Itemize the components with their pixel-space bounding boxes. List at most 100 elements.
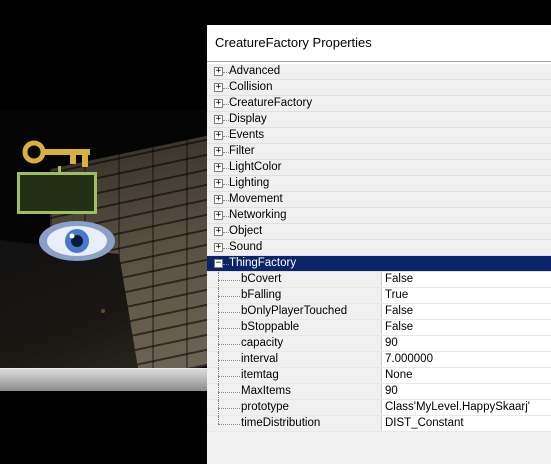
category-row-sound[interactable]: + Sound xyxy=(207,240,551,256)
tree-connector xyxy=(218,344,240,345)
category-label: Sound xyxy=(229,241,263,253)
property-name-cell: bFalling xyxy=(207,288,382,304)
tree-connector xyxy=(218,296,240,297)
viewport-marker-dot xyxy=(101,309,105,313)
category-row-thingfactory[interactable]: − ThingFactory xyxy=(207,256,551,272)
category-row-filter[interactable]: + Filter xyxy=(207,144,551,160)
property-name-cell: MaxItems xyxy=(207,384,382,400)
category-row-collision[interactable]: + Collision xyxy=(207,80,551,96)
property-row-timedistribution[interactable]: timeDistribution DIST_Constant xyxy=(207,416,551,432)
expand-icon[interactable]: + xyxy=(214,99,223,108)
category-label: Events xyxy=(229,129,265,141)
property-name: bStoppable xyxy=(241,321,300,333)
property-value[interactable]: True xyxy=(385,289,408,301)
property-value[interactable]: False xyxy=(385,321,413,333)
properties-window: CreatureFactory Properties + Advanced + Col… xyxy=(207,25,551,464)
category-label: ThingFactory xyxy=(229,257,297,269)
expand-icon[interactable]: + xyxy=(214,115,223,124)
property-value[interactable]: 90 xyxy=(385,385,398,397)
category-label: Movement xyxy=(229,193,283,205)
expand-icon[interactable]: + xyxy=(214,163,223,172)
property-name-cell: bStoppable xyxy=(207,320,382,336)
expand-icon[interactable]: + xyxy=(214,211,223,220)
category-row-lighting[interactable]: + Lighting xyxy=(207,176,551,192)
expand-icon[interactable]: + xyxy=(214,243,223,252)
window-title: CreatureFactory Properties xyxy=(207,25,551,61)
property-grid[interactable]: + Advanced + Collision + CreatureFactory + Disp… xyxy=(207,61,551,433)
tree-connector xyxy=(218,360,240,361)
property-row-maxitems[interactable]: MaxItems 90 xyxy=(207,384,551,400)
category-row-movement[interactable]: + Movement xyxy=(207,192,551,208)
property-value[interactable]: 90 xyxy=(385,337,398,349)
property-row-bstoppable[interactable]: bStoppable False xyxy=(207,320,551,336)
properties-bottom-pane xyxy=(207,432,551,464)
property-name: bOnlyPlayerTouched xyxy=(241,305,348,317)
tree-connector xyxy=(218,408,240,409)
category-row-networking[interactable]: + Networking xyxy=(207,208,551,224)
expand-icon[interactable]: + xyxy=(214,195,223,204)
property-name: bFalling xyxy=(241,289,282,301)
category-label: Advanced xyxy=(229,65,281,77)
viewport-darkness xyxy=(0,0,207,110)
property-name: interval xyxy=(241,353,279,365)
tree-connector xyxy=(218,424,240,425)
viewport-status-strip xyxy=(0,368,207,391)
property-name-cell: bCovert xyxy=(207,272,382,288)
category-label: Filter xyxy=(229,145,255,157)
tree-line xyxy=(218,416,219,424)
property-value[interactable]: DIST_Constant xyxy=(385,417,464,429)
expand-icon[interactable]: + xyxy=(214,147,223,156)
property-value[interactable]: False xyxy=(385,273,413,285)
category-label: Networking xyxy=(229,209,287,221)
property-row-prototype[interactable]: prototype Class'MyLevel.HappySkaarj' xyxy=(207,400,551,416)
viewport-bottom-area xyxy=(0,368,207,464)
collapse-icon[interactable]: − xyxy=(214,259,223,268)
category-row-advanced[interactable]: + Advanced xyxy=(207,64,551,80)
category-row-object[interactable]: + Object xyxy=(207,224,551,240)
category-label: Lighting xyxy=(229,177,270,189)
actor-label-box xyxy=(17,172,97,214)
property-name-cell: timeDistribution xyxy=(207,416,382,431)
property-name: bCovert xyxy=(241,273,282,285)
category-row-lightcolor[interactable]: + LightColor xyxy=(207,160,551,176)
eye-icon[interactable] xyxy=(36,218,118,264)
category-label: Collision xyxy=(229,81,273,93)
property-row-capacity[interactable]: capacity 90 xyxy=(207,336,551,352)
tree-connector xyxy=(218,392,240,393)
expand-icon[interactable]: + xyxy=(214,131,223,140)
property-row-bfalling[interactable]: bFalling True xyxy=(207,288,551,304)
tree-connector xyxy=(218,376,240,377)
property-name: prototype xyxy=(241,401,289,413)
category-label: Display xyxy=(229,113,267,125)
property-value[interactable]: False xyxy=(385,305,413,317)
expand-icon[interactable]: + xyxy=(214,179,223,188)
expand-icon[interactable]: + xyxy=(214,83,223,92)
property-value[interactable]: 7.000000 xyxy=(385,353,433,365)
property-row-bcovert[interactable]: bCovert False xyxy=(207,272,551,288)
property-name-cell: interval xyxy=(207,352,382,368)
tree-connector xyxy=(218,280,240,281)
property-row-itemtag[interactable]: itemtag None xyxy=(207,368,551,384)
property-name-cell: capacity xyxy=(207,336,382,352)
level-viewport[interactable] xyxy=(0,0,207,368)
property-row-bonlyplayertouched[interactable]: bOnlyPlayerTouched False xyxy=(207,304,551,320)
property-value[interactable]: Class'MyLevel.HappySkaarj' xyxy=(385,401,530,413)
expand-icon[interactable]: + xyxy=(214,67,223,76)
property-name-cell: prototype xyxy=(207,400,382,416)
category-row-creaturefactory[interactable]: + CreatureFactory xyxy=(207,96,551,112)
tree-connector xyxy=(218,328,240,329)
property-row-interval[interactable]: interval 7.000000 xyxy=(207,352,551,368)
expand-icon[interactable]: + xyxy=(214,227,223,236)
category-row-events[interactable]: + Events xyxy=(207,128,551,144)
property-name: capacity xyxy=(241,337,284,349)
category-label: Object xyxy=(229,225,263,237)
property-name: timeDistribution xyxy=(241,417,321,429)
property-name: itemtag xyxy=(241,369,279,381)
category-label: CreatureFactory xyxy=(229,97,313,109)
property-value[interactable]: None xyxy=(385,369,413,381)
property-name-cell: bOnlyPlayerTouched xyxy=(207,304,382,320)
category-label: LightColor xyxy=(229,161,282,173)
category-row-display[interactable]: + Display xyxy=(207,112,551,128)
property-name-cell: itemtag xyxy=(207,368,382,384)
property-name: MaxItems xyxy=(241,385,291,397)
